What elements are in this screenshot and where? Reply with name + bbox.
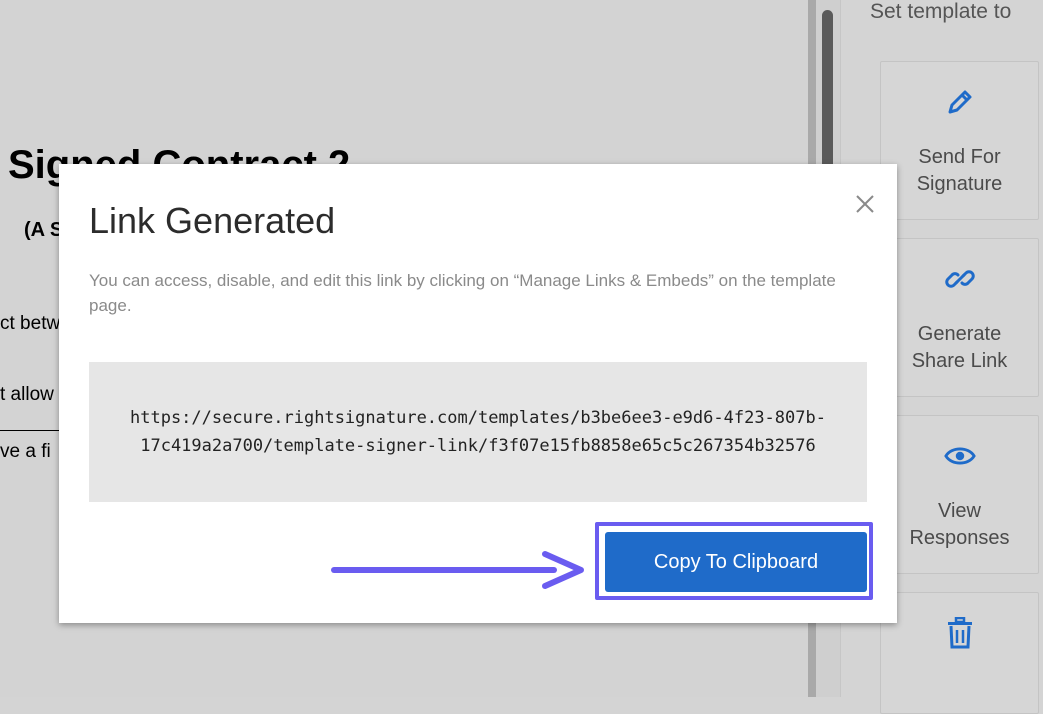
- scrollbar-thumb[interactable]: [822, 10, 833, 180]
- view-responses-button[interactable]: View Responses: [880, 415, 1039, 574]
- link-generated-dialog: Link Generated You can access, disable, …: [59, 164, 897, 623]
- action-label: Send For Signature: [916, 146, 1003, 195]
- pointer-arrow: [331, 551, 584, 589]
- share-link-url[interactable]: https://secure.rightsignature.com/templa…: [128, 404, 828, 460]
- dialog-title: Link Generated: [89, 200, 336, 241]
- action-label: View Responses: [909, 500, 1010, 549]
- pen-icon: [944, 86, 976, 118]
- delete-template-button[interactable]: [880, 592, 1039, 714]
- panel-heading: Set template to: [870, 0, 1012, 23]
- copy-to-clipboard-button[interactable]: Copy To Clipboard: [605, 532, 867, 592]
- trash-icon: [944, 617, 976, 649]
- link-icon: [944, 263, 976, 295]
- document-text-line: t allow: [0, 384, 54, 405]
- eye-icon: [943, 440, 976, 472]
- dialog-description: You can access, disable, and edit this l…: [89, 271, 836, 315]
- share-link-box: https://secure.rightsignature.com/templa…: [89, 362, 867, 502]
- document-text-line: ve a fi: [0, 441, 51, 462]
- send-for-signature-button[interactable]: Send For Signature: [880, 61, 1039, 220]
- action-label: Generate Share Link: [911, 323, 1008, 372]
- document-text-line: ct betw: [0, 313, 61, 334]
- document-subtitle: (A S: [24, 219, 64, 241]
- generate-share-link-button[interactable]: Generate Share Link: [880, 238, 1039, 397]
- close-icon[interactable]: [851, 190, 879, 218]
